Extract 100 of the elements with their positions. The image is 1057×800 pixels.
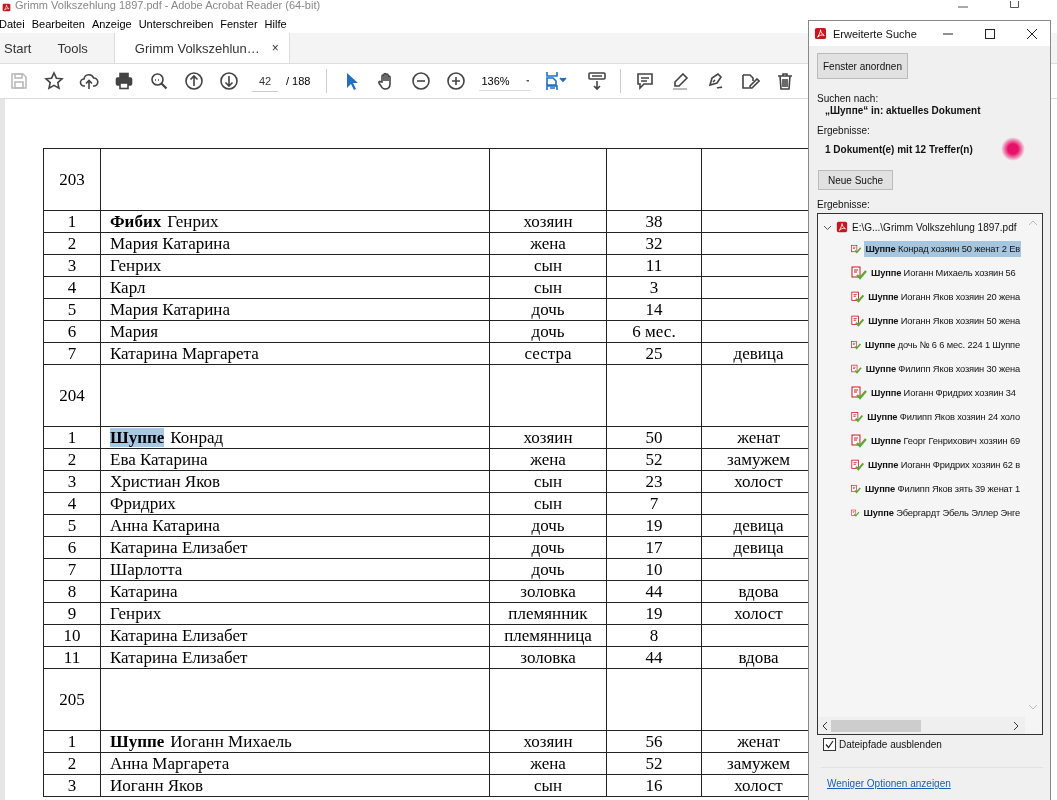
maximize-icon[interactable] [1010,1,1019,8]
results-label: Ergebnisse: [817,199,871,210]
table-cell: хозяин [489,730,607,753]
search-result[interactable]: Шуппе Георг Генрихович хозяин 69 [869,433,1021,449]
table-cell: сын [489,276,607,299]
scrollbar-thumb[interactable] [831,719,921,732]
table-cell: племянница [489,624,607,647]
table-cell: 4 [43,492,101,515]
app-icon [814,27,827,40]
table-cell: 3 [606,276,702,299]
table-cell: 11 [43,646,101,669]
zoom-out-icon [410,71,431,91]
fewer-options-link[interactable]: Weniger Optionen anzeigen [827,778,951,789]
table-cell: Христиан Яков [100,470,490,493]
table-cell: 9 [43,602,101,625]
tab[interactable]: Grimm Volkszehlun… × [113,33,290,63]
table-cell: Генрих [100,254,490,277]
table-cell: 6 мес. [606,320,702,343]
search-result[interactable]: Шуппе Филипп Яков хозяин 30 жена [864,361,1021,377]
search-result[interactable]: Шуппе Филипп Яков хозяин 24 холо [866,409,1021,425]
table-cell: дочь [489,298,607,321]
table-cell: 7 [606,492,702,515]
menu-item[interactable]: Bearbeiten [31,18,85,30]
arrow-up-icon [183,71,204,91]
table-cell: 56 [606,730,702,753]
table-cell: 4 [43,276,101,299]
table-cell: Анна Маргарета [100,752,490,775]
arrow-down-icon [218,71,239,91]
tree-item[interactable]: E:\G...\Grimm Volkszehlung 1897.pdf [852,221,1017,233]
comment-icon [634,71,655,91]
table-cell: племянник [489,602,607,625]
scroll-left-icon[interactable] [822,721,827,730]
table-cell: дочь [489,536,607,559]
menu-item[interactable]: Fenster [220,18,258,30]
scroll-right-icon[interactable] [1014,721,1019,730]
page-count: / 188 [286,75,311,87]
maximize-icon[interactable] [985,28,995,39]
table-cell: 10 [43,624,101,647]
menu-item[interactable]: Anzeige [91,18,132,30]
checkbox-label: Dateipfade ausblenden [839,739,942,750]
table-cell: 204 [43,364,101,427]
table-cell: сын [489,470,607,493]
save-icon [8,71,29,91]
search-icon [148,71,169,91]
tab[interactable]: Tools [53,33,110,63]
search-result[interactable]: Шуппе Эбергардт Эбель Эллер Энге [862,505,1021,521]
table-cell: дочь [489,514,607,537]
cloud-upload-icon [78,71,99,91]
table-cell: Катарина Елизабет [100,624,490,647]
search-result[interactable]: Шуппе Иоганн Яков хозяин 20 жена [867,289,1021,305]
table-cell: 6 [43,536,101,559]
table-cell: 44 [606,580,702,603]
table-cell: 16 [606,774,702,797]
table-cell: сестра [489,342,607,365]
search-result[interactable]: Шуппе Конрад хозяин 50 женат 2 Ев [864,241,1021,257]
menu-item[interactable]: Hilfe [264,18,287,30]
document-check-icon [851,313,865,329]
table-cell: 6 [43,320,101,343]
zoom-dropdown[interactable]: 136% [479,71,532,91]
close-icon[interactable] [1027,28,1037,39]
table-cell: золовка [489,580,607,603]
printer-icon [113,71,134,91]
table-cell: 2 [43,752,101,775]
tab[interactable]: Start [0,33,54,63]
search-result[interactable]: Шуппе Иоганн Яков хозяин 50 жена [867,313,1021,329]
table-cell: Шуппе Конрад [100,426,490,449]
dialog-title: Erweiterte Suche [833,27,918,40]
table-cell: Анна Катарина [100,514,490,537]
search-result[interactable]: Шуппе Иоганн Фридрих хозяин 34 [870,385,1021,401]
table-cell: 38 [606,210,702,233]
results-label: Ergebnisse: [817,125,871,136]
caret-icon [525,78,530,83]
table-cell: Катарина Елизабет [100,536,490,559]
table-cell: 205 [43,668,101,731]
search-result[interactable]: Шуппе Иоганн Фридрих хозяин 62 в [867,457,1021,473]
new-search-button[interactable]: Neue Suche [818,170,894,190]
menu-item[interactable]: Unterschreiben [138,18,214,30]
table-cell: 52 [606,448,702,471]
search-result[interactable]: Шуппе дочь № 6 6 мес. 224 1 Шуппе [864,337,1021,353]
search-label: Suchen nach: [817,93,880,104]
table-cell: 23 [606,470,702,493]
table-cell: золовка [489,646,607,669]
table-cell: 25 [606,342,702,365]
checkbox[interactable] [823,738,836,751]
table-cell: 3 [43,254,101,277]
search-result[interactable]: Шуппе Иоганн Михаель хозяин 56 [870,265,1021,281]
document-check-icon [851,289,865,305]
table-cell: Шарлотта [100,558,490,581]
menu-item[interactable]: Datei [0,18,25,30]
search-result[interactable]: Шуппе Филипп Яков зять 39 женат 1 [863,481,1021,497]
arrange-windows-button[interactable]: Fenster anordnen [817,53,908,79]
table-cell: 8 [606,624,702,647]
scroll-mode-icon [586,71,607,91]
window-title: Grimm Volkszehlung 1897.pdf - Adobe Acrobat Reader (64-bit) [15,0,321,11]
minimize-icon[interactable] [943,32,953,35]
star-icon [43,71,64,91]
table-cell: сын [489,774,607,797]
table-cell: жена [489,232,607,255]
table-cell: 3 [43,774,101,797]
table-cell: 3 [43,470,101,493]
